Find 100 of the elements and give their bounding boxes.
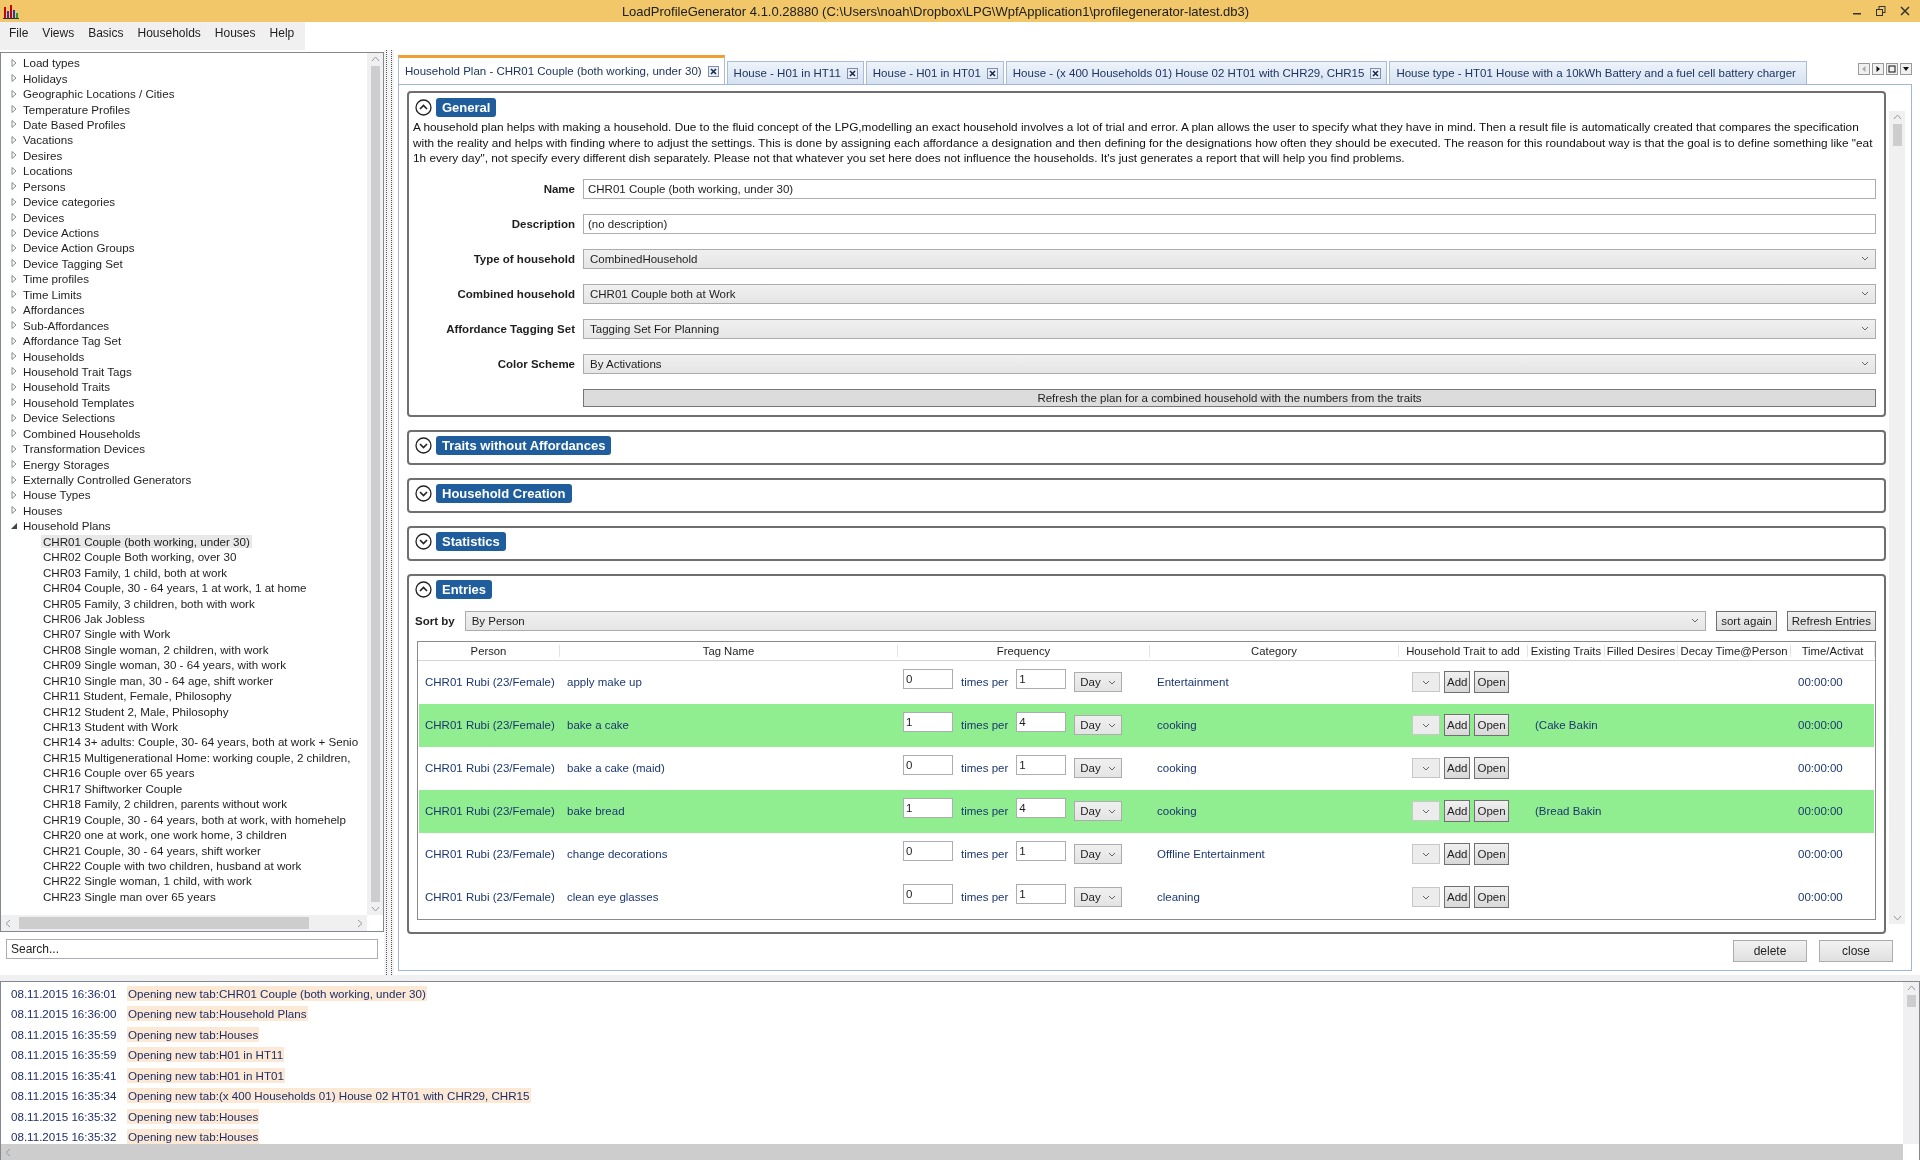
tree-item[interactable]: CHR10 Single man, 30 - 64 age, shift worker: [41, 673, 276, 687]
horizontal-scrollbar[interactable]: [1, 915, 367, 931]
dropdown[interactable]: Day: [1074, 715, 1123, 735]
expand-icon[interactable]: [415, 485, 432, 502]
count-field[interactable]: 0: [903, 755, 953, 775]
tree-item[interactable]: Household Templates: [21, 395, 137, 409]
table-row[interactable]: CHR01 Rubi (23/Female) clean eye glasses 0 times per 1 Day cleaning Add Open 00:00:00: [419, 875, 1874, 919]
table-row[interactable]: CHR01 Rubi (23/Female) apply make up 0 times per 1 Day Entertainment Add Open 00:00:00: [419, 660, 1874, 704]
chevron-down-icon[interactable]: [1108, 894, 1117, 900]
tab[interactable]: House - (x 400 Households 01) House 02 HT01 with CHR29, CHR15: [1005, 61, 1388, 84]
add-button[interactable]: Add: [1444, 714, 1471, 736]
tree-item[interactable]: Locations: [21, 164, 75, 178]
menu-item[interactable]: Views: [35, 22, 82, 40]
tree-item[interactable]: CHR06 Jak Jobless: [41, 611, 147, 625]
tree-item[interactable]: Device Actions: [21, 226, 102, 240]
menu-item[interactable]: Basics: [81, 22, 131, 40]
count-field[interactable]: 4: [1016, 712, 1067, 732]
tree-item[interactable]: Households: [21, 349, 87, 363]
tree-item[interactable]: Device categories: [21, 195, 118, 209]
add-button[interactable]: Add: [1444, 671, 1471, 693]
column-header[interactable]: Decay Time@Person: [1678, 644, 1791, 657]
tree-item[interactable]: CHR18 Family, 2 children, parents without work: [41, 797, 289, 811]
chevron-down-icon[interactable]: [1422, 894, 1430, 900]
scroll-down-icon[interactable]: [1892, 915, 1902, 921]
tree-item[interactable]: CHR11 Student, Female, Philosophy: [41, 689, 234, 703]
restore-icon[interactable]: [1876, 6, 1886, 16]
tree-item[interactable]: House Types: [21, 488, 93, 502]
tree-item[interactable]: Persons: [21, 179, 68, 193]
chevron-down-icon[interactable]: [1861, 326, 1869, 331]
collapse-icon[interactable]: [415, 581, 432, 598]
dropdown[interactable]: CHR01 Couple both at Work: [583, 283, 1876, 304]
tree-item[interactable]: CHR12 Student 2, Male, Philosophy: [41, 704, 231, 718]
close-icon[interactable]: [846, 67, 858, 79]
tree-item[interactable]: CHR22 Single woman, 1 child, with work: [41, 874, 254, 888]
dropdown[interactable]: Tagging Set For Planning: [583, 318, 1876, 339]
column-header[interactable]: Time/Activat: [1791, 644, 1875, 657]
vertical-scrollbar[interactable]: [1889, 111, 1905, 924]
scroll-up-icon[interactable]: [1892, 114, 1902, 120]
tree-item[interactable]: CHR14 3+ adults: Couple, 30- 64 years, both at work + Senio: [41, 735, 361, 749]
dropdown[interactable]: Day: [1074, 887, 1123, 907]
scroll-up-icon[interactable]: [1906, 985, 1916, 991]
tree-item[interactable]: CHR23 Single man over 65 years: [41, 889, 218, 903]
tree-item[interactable]: CHR02 Couple Both working, over 30: [41, 550, 239, 564]
count-field[interactable]: 0: [903, 841, 953, 861]
tree-item[interactable]: Affordance Tag Set: [21, 334, 124, 348]
collapse-icon[interactable]: [415, 98, 432, 116]
open-button[interactable]: Open: [1474, 714, 1509, 736]
action-button[interactable]: close: [1819, 940, 1893, 962]
chevron-down-icon[interactable]: [1422, 765, 1430, 771]
scroll-down-icon[interactable]: [370, 906, 380, 912]
chevron-down-icon[interactable]: [1108, 765, 1117, 771]
dropdown[interactable]: Day: [1074, 844, 1123, 864]
scroll-left-icon[interactable]: [5, 918, 11, 928]
open-button[interactable]: Open: [1474, 757, 1509, 779]
tree-item[interactable]: CHR08 Single woman, 2 children, with work: [41, 642, 271, 656]
tab[interactable]: Household Plan - CHR01 Couple (both working, under 30): [398, 55, 725, 84]
column-header[interactable]: Filled Desires: [1605, 644, 1678, 657]
dropdown[interactable]: Day: [1074, 758, 1123, 778]
count-field[interactable]: 1: [903, 712, 953, 732]
count-field[interactable]: 1: [1016, 841, 1067, 861]
tree-item[interactable]: Device Tagging Set: [21, 256, 125, 270]
table-row[interactable]: CHR01 Rubi (23/Female) bake bread 1 times per 4 Day cooking Add Open (Bread Bakin 00:00:00: [419, 789, 1874, 833]
scroll-up-icon[interactable]: [370, 56, 380, 62]
chevron-down-icon[interactable]: [1861, 256, 1869, 261]
count-field[interactable]: 0: [903, 884, 953, 904]
tree-item[interactable]: CHR03 Family, 1 child, both at work: [41, 565, 230, 579]
open-button[interactable]: Open: [1474, 886, 1509, 908]
tree-item[interactable]: Devices: [21, 210, 67, 224]
open-button[interactable]: Open: [1474, 843, 1509, 865]
tree-item[interactable]: CHR04 Couple, 30 - 64 years, 1 at work, 1 at home: [41, 581, 309, 595]
tree-item[interactable]: Device Action Groups: [21, 241, 137, 255]
tree-item[interactable]: Temperature Profiles: [21, 102, 132, 116]
vertical-scrollbar[interactable]: [367, 53, 383, 915]
close-icon[interactable]: [1370, 67, 1382, 79]
menu-item[interactable]: Houses: [207, 22, 263, 40]
action-button[interactable]: sort again: [1716, 610, 1777, 631]
tree-item[interactable]: Transformation Devices: [21, 442, 147, 456]
chevron-down-icon[interactable]: [1422, 851, 1430, 857]
dropdown-icon[interactable]: [1900, 63, 1912, 75]
action-button[interactable]: delete: [1733, 940, 1807, 962]
chevron-down-icon[interactable]: [1108, 808, 1117, 814]
add-button[interactable]: Add: [1444, 800, 1471, 822]
table-row[interactable]: CHR01 Rubi (23/Female) bake a cake (maid) 0 times per 1 Day cooking Add Open 00:00:00: [419, 746, 1874, 790]
action-button[interactable]: Refresh Entries: [1786, 610, 1876, 631]
tree-item[interactable]: CHR19 Couple, 30 - 64 years, both at work, with homehelp: [41, 812, 348, 826]
dropdown[interactable]: Day: [1074, 801, 1123, 821]
add-button[interactable]: Add: [1444, 757, 1471, 779]
tree-item[interactable]: Houses: [21, 503, 65, 517]
table-row[interactable]: CHR01 Rubi (23/Female) bake a cake 1 times per 4 Day cooking Add Open (Cake Bakin 00:00:00: [419, 703, 1874, 747]
refresh-button[interactable]: Refresh the plan for a combined household with the numbers from the traits: [583, 388, 1876, 407]
menu-item[interactable]: Households: [130, 22, 208, 40]
chevron-down-icon[interactable]: [1422, 722, 1430, 728]
tree-item[interactable]: CHR17 Shiftworker Couple: [41, 781, 185, 795]
vertical-scrollbar[interactable]: [1903, 982, 1919, 1144]
scrollbar-thumb[interactable]: [1906, 995, 1916, 1007]
add-button[interactable]: Add: [1444, 843, 1471, 865]
expand-icon[interactable]: [415, 533, 432, 550]
chevron-down-icon[interactable]: [1422, 808, 1430, 814]
add-button[interactable]: Add: [1444, 886, 1471, 908]
tree-item[interactable]: Load types: [21, 56, 82, 70]
